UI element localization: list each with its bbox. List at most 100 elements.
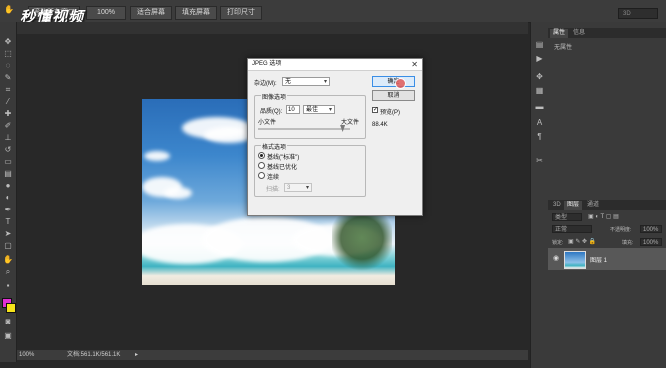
3d-workspace-field[interactable]: 3D [618, 8, 658, 19]
dialog-titlebar: JPEG 选项 ✕ [248, 59, 422, 71]
brush-tool-icon[interactable]: ✐ [3, 122, 13, 130]
marquee-tool-icon[interactable]: ⬚ [3, 50, 13, 58]
tab-channels[interactable]: 通道 [584, 201, 602, 210]
gradient-tool-icon[interactable]: ▤ [3, 170, 13, 178]
path-select-icon[interactable]: ➤ [3, 230, 13, 238]
filter-icons[interactable]: ▣ ◐ T ▢ ▤ [588, 213, 619, 220]
small-file-label: 小文件 [258, 120, 277, 126]
fit-screen-button[interactable]: 适合屏幕 [130, 6, 172, 20]
layer-thumbnail [564, 251, 586, 269]
scans-label: 扫描: [266, 187, 280, 193]
opacity-label: 不透明度: [610, 227, 632, 233]
layers-tabs: 3D 图层 通道 [548, 200, 666, 210]
matte-value: 无 [285, 79, 292, 85]
file-size-readout: 88.4K [372, 122, 388, 128]
dodge-tool-icon[interactable]: ◐ [3, 194, 13, 202]
print-size-button[interactable]: 打印尺寸 [220, 6, 262, 20]
status-bar: 100% 文档:561.1K/561.1K ▸ [17, 350, 528, 360]
matte-label: 杂边(M): [254, 81, 277, 87]
chevron-down-icon: ▾ [328, 107, 332, 113]
pen-tool-icon[interactable]: ✒ [3, 206, 13, 214]
right-panel: 属性 信息 无属性 3D 图层 通道 类型 ▣ ◐ T ▢ ▤ 正常 不透明度:… [548, 22, 666, 368]
baseline-optimized-label: 基线已优化 [267, 165, 298, 171]
tab-info[interactable]: 信息 [570, 29, 588, 38]
move-tool-icon[interactable]: ✥ [3, 38, 13, 46]
preview-checkbox[interactable]: ✓ [372, 107, 378, 113]
brush-presets-icon[interactable]: ▦ [535, 86, 544, 95]
eraser-icon[interactable]: ▭ [3, 158, 13, 166]
history-icon[interactable]: ▤ [535, 40, 544, 49]
cancel-button[interactable]: 取消 [372, 90, 415, 101]
no-properties-text: 无属性 [554, 45, 573, 51]
tool-presets-icon[interactable]: ✥ [535, 72, 544, 81]
preview-label: 预览(P) [380, 110, 400, 116]
chevron-down-icon: ▾ [305, 185, 309, 191]
large-file-label: 大文件 [341, 120, 360, 126]
scans-select: 3 ▾ [284, 183, 312, 192]
ok-button[interactable]: 确定 [372, 76, 415, 87]
progressive-radio[interactable] [258, 172, 265, 179]
tools-icon[interactable]: ✂ [535, 156, 544, 165]
quality-preset-value: 最佳 [306, 107, 319, 113]
hand-tool-icon[interactable]: ✋ [3, 256, 13, 264]
actual-pixels-button[interactable]: 100% [86, 6, 126, 20]
default-colors-icon[interactable]: ▪ [3, 282, 13, 290]
baseline-standard-radio[interactable] [258, 152, 265, 159]
adjustments-icon[interactable]: ▬ [535, 102, 544, 111]
character-icon[interactable]: ¶ [535, 132, 544, 141]
lock-label: 锁定: [552, 240, 564, 246]
quick-mask-icon[interactable]: ◙ [3, 318, 13, 326]
progressive-label: 连续 [267, 175, 280, 181]
layer-name[interactable]: 图层 1 [590, 255, 607, 264]
mouse-cursor [395, 78, 406, 89]
lasso-tool-icon[interactable]: ◌ [3, 62, 13, 70]
status-arrow-icon[interactable]: ▸ [135, 350, 138, 360]
format-options-title: 格式选项 [261, 142, 288, 151]
baseline-optimized-radio[interactable] [258, 162, 265, 169]
panel-icon-strip: ▤ ▶ ✥ ▦ ▬ A ¶ ✂ [530, 22, 549, 368]
shape-tool-icon[interactable]: ▢ [3, 242, 13, 250]
tab-3d[interactable]: 3D [550, 201, 564, 210]
history-brush-icon[interactable]: ↺ [3, 146, 13, 154]
quick-select-icon[interactable]: ✎ [3, 74, 13, 82]
fill-field[interactable]: 100% [640, 238, 662, 246]
options-bar: ✋ 滚动所有窗口 100% 适合屏幕 填充屏幕 打印尺寸 秒懂视频 3D [0, 0, 666, 26]
quality-preset-select[interactable]: 最佳 ▾ [303, 105, 335, 114]
quality-input[interactable]: 10 [286, 105, 300, 114]
tab-properties[interactable]: 属性 [550, 29, 569, 38]
opacity-field[interactable]: 100% [640, 225, 662, 233]
document-tab-bar [17, 22, 528, 34]
close-icon[interactable]: ✕ [411, 59, 418, 70]
properties-tabs: 属性 信息 [548, 28, 666, 38]
lock-icons[interactable]: ▣ ✎ ✥ 🔒 [568, 238, 596, 245]
background-color-swatch[interactable] [6, 303, 16, 313]
clone-stamp-icon[interactable]: ⊥ [3, 134, 13, 142]
chevron-down-icon: ▾ [323, 79, 327, 85]
image-options-title: 图像选项 [261, 92, 288, 101]
zoom-tool-icon[interactable]: ⌕ [3, 268, 13, 276]
paragraph-icon[interactable]: A [535, 118, 544, 127]
type-tool-icon[interactable]: T [3, 218, 13, 226]
healing-brush-icon[interactable]: ✚ [3, 110, 13, 118]
fill-label: 填充: [622, 240, 634, 246]
matte-select[interactable]: 无 ▾ [282, 77, 330, 86]
actions-icon[interactable]: ▶ [535, 54, 544, 63]
crop-tool-icon[interactable]: ⌗ [3, 86, 13, 94]
document-size: 文档:561.1K/561.1K [67, 352, 121, 358]
quality-slider-track[interactable] [258, 128, 350, 130]
zoom-level[interactable]: 100% [19, 350, 34, 360]
palm-tree [332, 214, 392, 274]
tab-layers[interactable]: 图层 [564, 201, 583, 210]
blend-mode-select[interactable]: 正常 [552, 225, 592, 233]
blur-tool-icon[interactable]: ● [3, 182, 13, 190]
eyedropper-icon[interactable]: ⁄ [3, 98, 13, 106]
quality-label: 品质(Q): [260, 109, 283, 115]
visibility-eye-icon[interactable]: ◉ [553, 254, 559, 262]
screen-mode-icon[interactable]: ▣ [3, 332, 13, 340]
dialog-title: JPEG 选项 [252, 61, 282, 67]
fill-screen-button[interactable]: 填充屏幕 [175, 6, 217, 20]
layer-filter-select[interactable]: 类型 [552, 213, 582, 221]
hand-tool-icon: ✋ [4, 5, 14, 14]
scans-value: 3 [287, 185, 291, 191]
layer-row[interactable]: ◉ 图层 1 [548, 248, 666, 270]
